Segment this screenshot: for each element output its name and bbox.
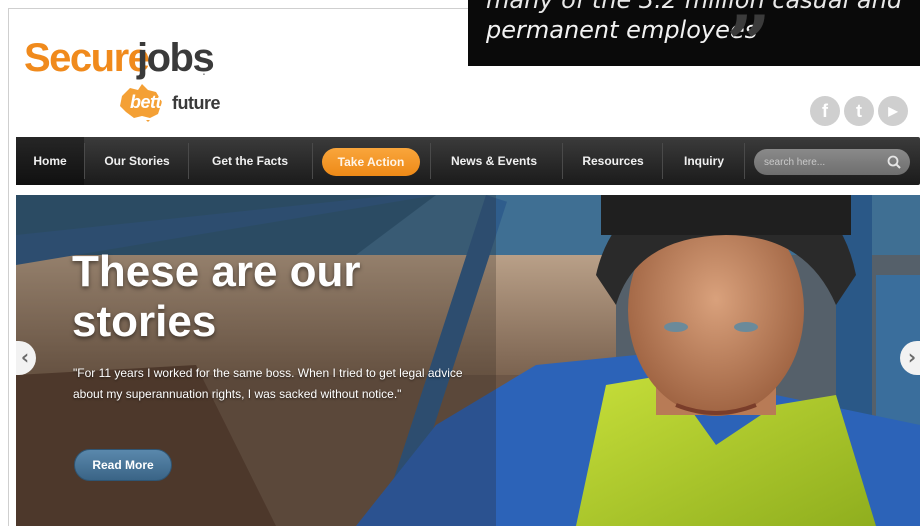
- social-links: f t ▶: [810, 96, 908, 126]
- nav-divider: [84, 143, 85, 179]
- nav-resources[interactable]: Resources: [564, 137, 662, 185]
- search-input[interactable]: [764, 153, 880, 171]
- logo-dot: .: [202, 62, 206, 78]
- quote-banner: many of the 3.2 million casual and perma…: [468, 0, 920, 66]
- nav-divider: [188, 143, 189, 179]
- main-navigation: Home Our Stories Get the Facts Take Acti…: [16, 137, 920, 185]
- nav-home[interactable]: Home: [16, 137, 84, 185]
- nav-divider: [562, 143, 563, 179]
- youtube-icon[interactable]: ▶: [878, 96, 908, 126]
- hero-slider: These are our stories "For 11 years I wo…: [16, 195, 920, 526]
- nav-take-action-button[interactable]: Take Action: [322, 148, 420, 176]
- facebook-icon[interactable]: f: [810, 96, 840, 126]
- quote-line-partial: many of the 3.2 million casual and: [486, 0, 903, 14]
- search-box: [754, 149, 910, 175]
- read-more-button[interactable]: Read More: [74, 449, 172, 481]
- closing-quote-mark: ”: [726, 0, 771, 67]
- nav-divider: [744, 143, 745, 179]
- nav-inquiry[interactable]: Inquiry: [664, 137, 744, 185]
- logo-future-text: future: [172, 93, 221, 113]
- nav-divider: [312, 143, 313, 179]
- nav-our-stories[interactable]: Our Stories: [86, 137, 188, 185]
- logo-better-text: better: [130, 92, 178, 112]
- site-logo[interactable]: Secure jobs . better future: [24, 36, 224, 126]
- logo-secure-text: Secure: [24, 36, 150, 80]
- nav-news-events[interactable]: News & Events: [432, 137, 556, 185]
- hero-title: These are our stories: [72, 247, 361, 346]
- quote-line: permanent employees: [486, 16, 758, 44]
- hero-quote: "For 11 years I worked for the same boss…: [73, 366, 463, 401]
- nav-get-the-facts[interactable]: Get the Facts: [190, 137, 310, 185]
- search-icon[interactable]: [886, 154, 902, 170]
- twitter-icon[interactable]: t: [844, 96, 874, 126]
- nav-divider: [430, 143, 431, 179]
- nav-divider: [662, 143, 663, 179]
